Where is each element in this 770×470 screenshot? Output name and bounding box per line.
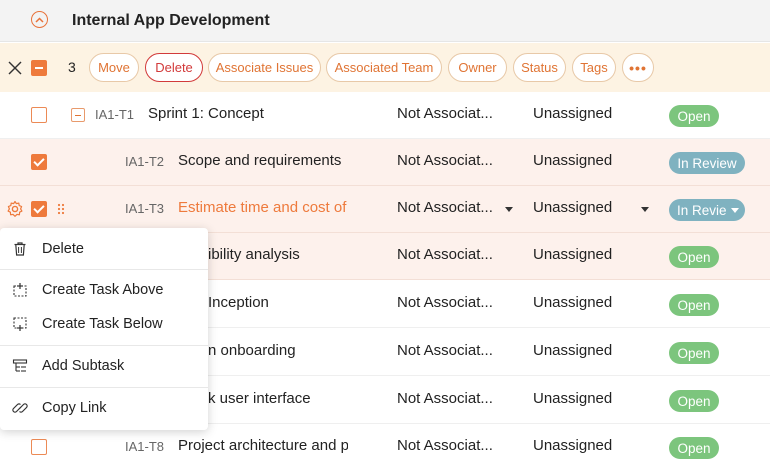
owner-button[interactable]: Owner bbox=[448, 53, 507, 82]
menu-item-label: Create Task Below bbox=[42, 316, 163, 332]
menu-item-label: Delete bbox=[42, 241, 84, 257]
trash-icon bbox=[14, 242, 26, 256]
associated-team[interactable]: Not Associat... bbox=[397, 294, 493, 311]
status-badge[interactable]: Open bbox=[669, 105, 719, 127]
menu-item-add-subtask[interactable]: Add Subtask bbox=[0, 349, 208, 383]
more-actions-button[interactable]: ••• bbox=[622, 53, 654, 82]
create-below-icon bbox=[13, 317, 27, 331]
owner[interactable]: Unassigned bbox=[533, 105, 612, 122]
associated-team[interactable]: Not Associat... bbox=[397, 390, 493, 407]
associated-team[interactable]: Not Associat... bbox=[397, 105, 493, 122]
status-badge[interactable]: Open bbox=[669, 342, 719, 364]
task-id: IA1-T1 bbox=[95, 107, 135, 122]
task-name[interactable]: Scope and requirements i bbox=[178, 152, 346, 169]
row-checkbox[interactable] bbox=[31, 439, 47, 455]
status-button[interactable]: Status bbox=[513, 53, 566, 82]
collapse-subtasks-icon[interactable] bbox=[71, 108, 85, 122]
owner[interactable]: Unassigned bbox=[533, 199, 612, 216]
close-icon[interactable] bbox=[7, 60, 23, 76]
menu-item-create-task-below[interactable]: Create Task Below bbox=[0, 307, 208, 341]
subtask-icon bbox=[12, 359, 28, 372]
row-context-menu: Delete Create Task Above Create Task Bel… bbox=[0, 228, 208, 430]
selected-count: 3 bbox=[68, 59, 76, 75]
task-name[interactable]: k user interface bbox=[208, 390, 348, 407]
task-name[interactable]: Sprint 1: Concept bbox=[148, 105, 348, 122]
bulk-action-toolbar: 3 Move Delete Associate Issues Associate… bbox=[0, 43, 770, 93]
table-row[interactable]: IA1-T1 Sprint 1: Concept Not Associat...… bbox=[0, 92, 770, 139]
associated-team[interactable]: Not Associat... bbox=[397, 152, 493, 169]
task-id: IA1-T2 bbox=[125, 154, 165, 169]
chevron-down-icon bbox=[730, 207, 739, 213]
status-badge[interactable]: Open bbox=[669, 294, 719, 316]
task-list-page: Internal App Development 3 Move Delete A… bbox=[0, 0, 770, 470]
row-checkbox[interactable] bbox=[31, 201, 47, 217]
table-row[interactable]: IA1-T3 Estimate time and cost of Not Ass… bbox=[0, 186, 770, 233]
menu-divider bbox=[0, 387, 208, 388]
owner[interactable]: Unassigned bbox=[533, 246, 612, 263]
owner[interactable]: Unassigned bbox=[533, 342, 612, 359]
move-button[interactable]: Move bbox=[89, 53, 139, 82]
task-name[interactable]: n onboarding bbox=[208, 342, 348, 359]
task-name[interactable]: Project architecture and p bbox=[178, 437, 348, 454]
row-checkbox[interactable] bbox=[31, 154, 47, 170]
owner[interactable]: Unassigned bbox=[533, 437, 612, 454]
task-name[interactable]: Inception bbox=[208, 294, 348, 311]
associated-team-button[interactable]: Associated Team bbox=[326, 53, 442, 82]
owner[interactable]: Unassigned bbox=[533, 294, 612, 311]
menu-item-label: Create Task Above bbox=[42, 282, 164, 298]
menu-divider bbox=[0, 345, 208, 346]
row-checkbox[interactable] bbox=[31, 107, 47, 123]
status-badge[interactable]: Open bbox=[669, 246, 719, 268]
menu-item-label: Add Subtask bbox=[42, 358, 125, 374]
gear-icon[interactable] bbox=[6, 200, 24, 218]
task-id: IA1-T8 bbox=[125, 439, 165, 454]
tags-button[interactable]: Tags bbox=[572, 53, 616, 82]
status-badge[interactable]: Open bbox=[669, 390, 719, 412]
associated-team[interactable]: Not Associat... bbox=[397, 246, 493, 263]
table-row[interactable]: IA1-T8 Project architecture and p Not As… bbox=[0, 424, 770, 470]
associated-team[interactable]: Not Associat... bbox=[397, 437, 493, 454]
team-dropdown-icon[interactable] bbox=[505, 207, 513, 212]
menu-item-delete[interactable]: Delete bbox=[0, 232, 208, 266]
associated-team[interactable]: Not Associat... bbox=[397, 342, 493, 359]
create-above-icon bbox=[13, 283, 27, 297]
delete-button[interactable]: Delete bbox=[145, 53, 203, 82]
owner[interactable]: Unassigned bbox=[533, 390, 612, 407]
status-dropdown[interactable]: In Revie bbox=[669, 199, 745, 221]
associate-issues-button[interactable]: Associate Issues bbox=[208, 53, 321, 82]
menu-item-create-task-above[interactable]: Create Task Above bbox=[0, 273, 208, 307]
select-all-checkbox[interactable] bbox=[31, 60, 47, 76]
associated-team[interactable]: Not Associat... bbox=[397, 199, 493, 216]
status-badge[interactable]: Open bbox=[669, 437, 719, 459]
owner-dropdown-icon[interactable] bbox=[641, 207, 649, 212]
table-row[interactable]: IA1-T2 Scope and requirements i Not Asso… bbox=[0, 139, 770, 186]
status-badge[interactable]: In Review bbox=[669, 152, 745, 174]
collapse-icon[interactable] bbox=[31, 11, 48, 28]
status-label: In Revie bbox=[677, 202, 727, 218]
project-title: Internal App Development bbox=[72, 12, 270, 29]
task-name[interactable]: ibility analysis bbox=[208, 246, 348, 263]
drag-handle-icon[interactable] bbox=[57, 203, 65, 215]
task-name[interactable]: Estimate time and cost of bbox=[178, 199, 348, 216]
task-id: IA1-T3 bbox=[125, 201, 165, 216]
menu-item-copy-link[interactable]: Copy Link bbox=[0, 391, 208, 425]
project-header: Internal App Development bbox=[0, 0, 770, 42]
owner[interactable]: Unassigned bbox=[533, 152, 612, 169]
menu-divider bbox=[0, 269, 208, 270]
link-icon bbox=[12, 403, 28, 413]
menu-item-label: Copy Link bbox=[42, 400, 107, 416]
